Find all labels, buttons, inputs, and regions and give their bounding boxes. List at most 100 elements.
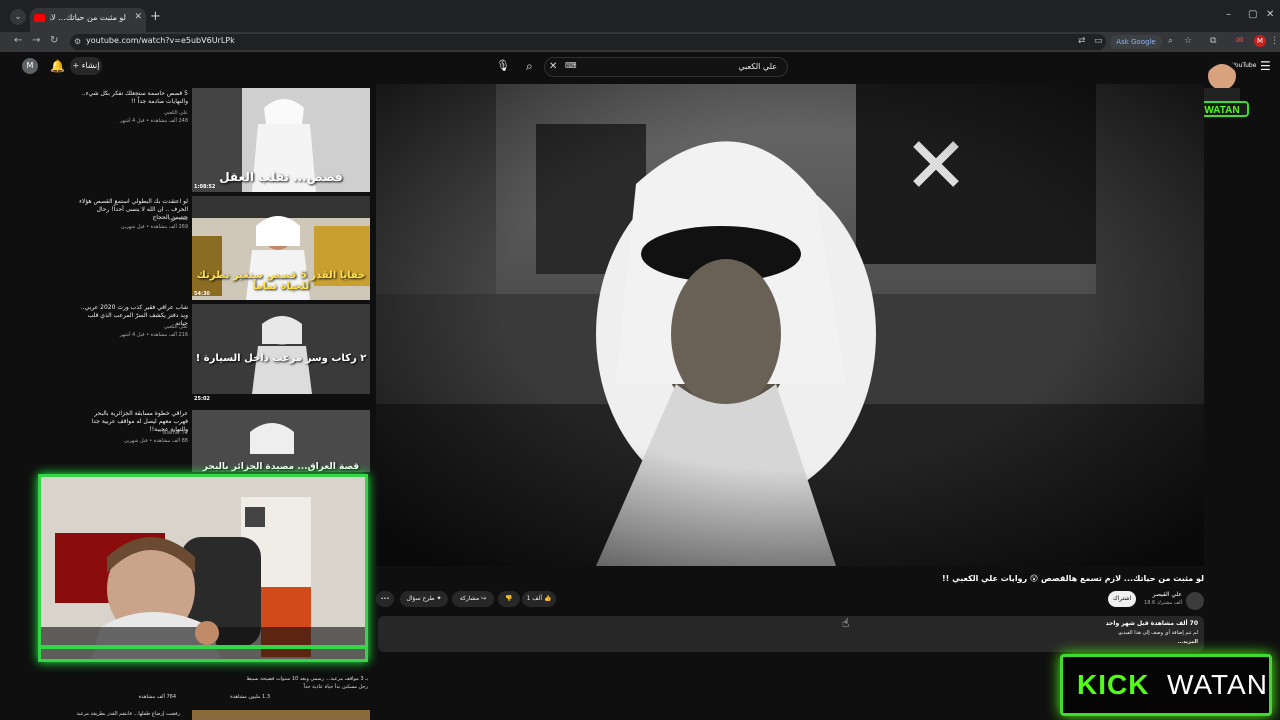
- rec-title: 5 قصص حاسمة ستجعلك تفكر بكل شيء.. والنها…: [81, 90, 188, 105]
- lower-rec-meta: 1.3 مليون مشاهدة: [230, 694, 270, 700]
- ask-label: طرح سؤال: [406, 595, 435, 602]
- forward-icon[interactable]: →: [32, 35, 40, 46]
- rec-thumb-caption: ٢ ركاب وسر مرعب داخل السيارة !: [195, 353, 367, 364]
- new-tab-icon[interactable]: +: [150, 9, 161, 24]
- profile-avatar[interactable]: M: [1254, 35, 1266, 47]
- description-box[interactable]: 70 ألف مشاهدة قبل شهر واحد لم تتم إضافة …: [378, 616, 1204, 652]
- like-count: 1 ألف: [526, 595, 543, 602]
- watan-text: WATAN: [1167, 669, 1268, 700]
- notifications-bell-icon[interactable]: 🔔: [50, 59, 65, 73]
- recommendation-item[interactable]: 5 قصص حاسمة ستجعلك تفكر بكل شيء.. والنها…: [70, 88, 370, 192]
- bookmark-star-icon[interactable]: ☆: [1184, 36, 1192, 46]
- rec-thumbnail[interactable]: خفايا القدر 5 قصص ستغير نظرتك للحياة تما…: [192, 196, 370, 300]
- search-query: علي الكعبي: [738, 62, 777, 71]
- ask-button[interactable]: طرح سؤال ✦: [400, 591, 448, 607]
- rec-meta: 269 ألف مشاهدة • قبل شهرين: [120, 224, 188, 230]
- minimize-icon[interactable]: –: [1226, 9, 1231, 20]
- search-input[interactable]: ✕ ⌨ علي الكعبي: [544, 57, 788, 77]
- site-info-icon[interactable]: ⚙: [74, 37, 81, 46]
- video-title: لو مثبت من حياتك... لازم تسمع هالقصص 😮 ر…: [942, 574, 1204, 583]
- channel-name[interactable]: علي القيصر: [1153, 591, 1182, 598]
- clear-search-icon[interactable]: ✕: [549, 61, 557, 72]
- maximize-icon[interactable]: ▢: [1248, 9, 1257, 20]
- kick-channel-badge: KICK WATAN: [1060, 654, 1272, 716]
- account-avatar[interactable]: M: [22, 58, 38, 74]
- lower-rec-title[interactable]: رجل مسكين بدأ حياة عادية جداً: [303, 684, 368, 690]
- tab-title: لو مثبت من حياتك... لازم تسم: [50, 13, 126, 22]
- recommendation-item[interactable]: لو اعتقدت بك البطولي استمع القصص هؤلاء ا…: [70, 196, 370, 300]
- create-plus-icon: +: [72, 61, 82, 70]
- mouse-cursor-icon: ☝: [842, 616, 850, 630]
- share-label: مشاركة: [459, 595, 480, 602]
- create-label: إنشاء: [81, 61, 100, 70]
- streamer-webcam-overlay: [38, 474, 368, 662]
- rec-thumbnail[interactable]: قصص... تقلب العقل: [192, 88, 370, 192]
- thumbs-down-icon: 👎: [505, 595, 513, 602]
- thumbnail-art-icon: [192, 304, 370, 394]
- sparkle-icon: ✦: [436, 595, 442, 602]
- rec-duration: 54:30: [194, 291, 210, 297]
- youtube-favicon-icon: [34, 14, 45, 22]
- zoom-icon[interactable]: ⌕: [1168, 36, 1173, 46]
- guide-menu-icon[interactable]: ☰: [1260, 59, 1271, 73]
- lower-rec-title[interactable]: رفضت إرضاع طفلها... فانتقم القدر بطريقة …: [76, 711, 180, 717]
- recommendation-item[interactable]: عراقي خطوة مسابقة الجزائرية بالبحر فهرب …: [70, 410, 370, 472]
- lower-rec-title[interactable]: بـ 3 مواقف مرعبة... رسمي وبعد 10 سنوات ف…: [247, 676, 368, 682]
- tab-search-dropdown-icon[interactable]: ⌄: [10, 9, 26, 25]
- search-icon[interactable]: ⌕: [526, 59, 533, 74]
- rec-meta: 216 ألف مشاهدة • قبل 4 أشهر: [119, 332, 188, 338]
- subscribe-button[interactable]: اشتراك: [1108, 591, 1136, 607]
- rec-thumb-caption: قصص... تقلب العقل: [219, 170, 343, 184]
- rec-thumbnail[interactable]: قصة العراق... مصيدة الجزائر بالبحر: [192, 410, 370, 472]
- rec-thumb-caption: قصة العراق... مصيدة الجزائر بالبحر: [202, 462, 360, 472]
- dislike-button[interactable]: 👎: [498, 591, 520, 607]
- webcam-scene: [41, 477, 365, 659]
- video-frame-art: [376, 84, 1204, 566]
- rec-meta: 88 ألف مشاهدة • قبل شهرين: [123, 438, 188, 444]
- share-button[interactable]: مشاركة ↪: [452, 591, 494, 607]
- keyboard-icon[interactable]: ⌨: [565, 61, 577, 70]
- rec-thumb-caption: خفايا القدر 5 قصص ستغير نظرتك للحياة تما…: [196, 270, 366, 292]
- channel-avatar[interactable]: [1186, 592, 1204, 610]
- rec-thumbnail[interactable]: ٢ ركاب وسر مرعب داخل السيارة !: [192, 304, 370, 394]
- browser-menu-icon[interactable]: ⋮: [1270, 36, 1279, 46]
- address-bar[interactable]: ⚙ youtube.com/watch?v=e5ubV6UrLPk ⇄ ▭: [70, 34, 1106, 50]
- subscriber-count: 18.6 ألف مشترك: [1144, 600, 1182, 606]
- ask-google-button[interactable]: Ask Google: [1110, 35, 1162, 49]
- overlay-logo-text: WATAN: [1204, 105, 1239, 116]
- youtube-header: M 🔔 + إنشاء 🎙 ⌕ ✕ ⌨ علي الكعبي YouTube ☰: [0, 52, 1280, 82]
- reload-icon[interactable]: ↻: [50, 35, 58, 46]
- url-text: youtube.com/watch?v=e5ubV6UrLPk: [86, 36, 235, 45]
- rec-duration: 1:08:52: [194, 184, 216, 190]
- rec-channel: علي الكعبي: [163, 324, 188, 330]
- translate-icon[interactable]: ⇄: [1078, 36, 1086, 46]
- cast-icon[interactable]: ▭: [1094, 36, 1103, 46]
- extensions-icon[interactable]: ⧉: [1210, 36, 1216, 46]
- share-icon: ↪: [481, 595, 487, 602]
- description-text: لم تتم إضافة أي وصف إلى هذا الفيديو.: [1117, 630, 1198, 636]
- back-icon[interactable]: ←: [14, 35, 22, 46]
- rec-channel: علي الكعبي: [163, 110, 188, 116]
- tab-close-icon[interactable]: ✕: [134, 12, 142, 22]
- thumbs-up-icon: 👍: [543, 595, 552, 602]
- browser-tabstrip: ⌄ لو مثبت من حياتك... لازم تسم ✕ + – ▢ ✕: [0, 0, 1280, 32]
- create-button[interactable]: + إنشاء: [70, 57, 102, 75]
- rec-channel: ملاك داود: [168, 216, 188, 222]
- voice-search-mic-icon[interactable]: 🎙: [496, 59, 510, 72]
- mail-extension-icon[interactable]: ✉: [1236, 36, 1244, 46]
- like-button[interactable]: 1 ألف 👍: [522, 591, 556, 607]
- rec-channel: Islamic TV: [162, 430, 188, 436]
- browser-toolbar: ← → ↻ ⚙ youtube.com/watch?v=e5ubV6UrLPk …: [0, 32, 1280, 52]
- browser-tab-active[interactable]: لو مثبت من حياتك... لازم تسم ✕: [30, 8, 146, 32]
- lower-rec-meta: 764 ألف مشاهدة: [138, 694, 176, 700]
- lower-rec-thumbnail[interactable]: [192, 710, 370, 720]
- close-window-icon[interactable]: ✕: [1266, 9, 1274, 20]
- view-count-date: 70 ألف مشاهدة قبل شهر واحد: [1105, 620, 1198, 627]
- show-more-link[interactable]: المزيد...: [1177, 639, 1198, 645]
- rec-duration: 25:02: [194, 396, 210, 402]
- video-player[interactable]: [376, 84, 1204, 566]
- more-actions-button[interactable]: •••: [376, 591, 394, 607]
- recommendation-item[interactable]: شاب عراقي فقير كذب ورث 2020 عربي.. ويد د…: [70, 304, 370, 404]
- kick-text: KICK: [1077, 669, 1150, 700]
- rec-meta: 248 ألف مشاهدة • قبل 4 أشهر: [119, 118, 188, 124]
